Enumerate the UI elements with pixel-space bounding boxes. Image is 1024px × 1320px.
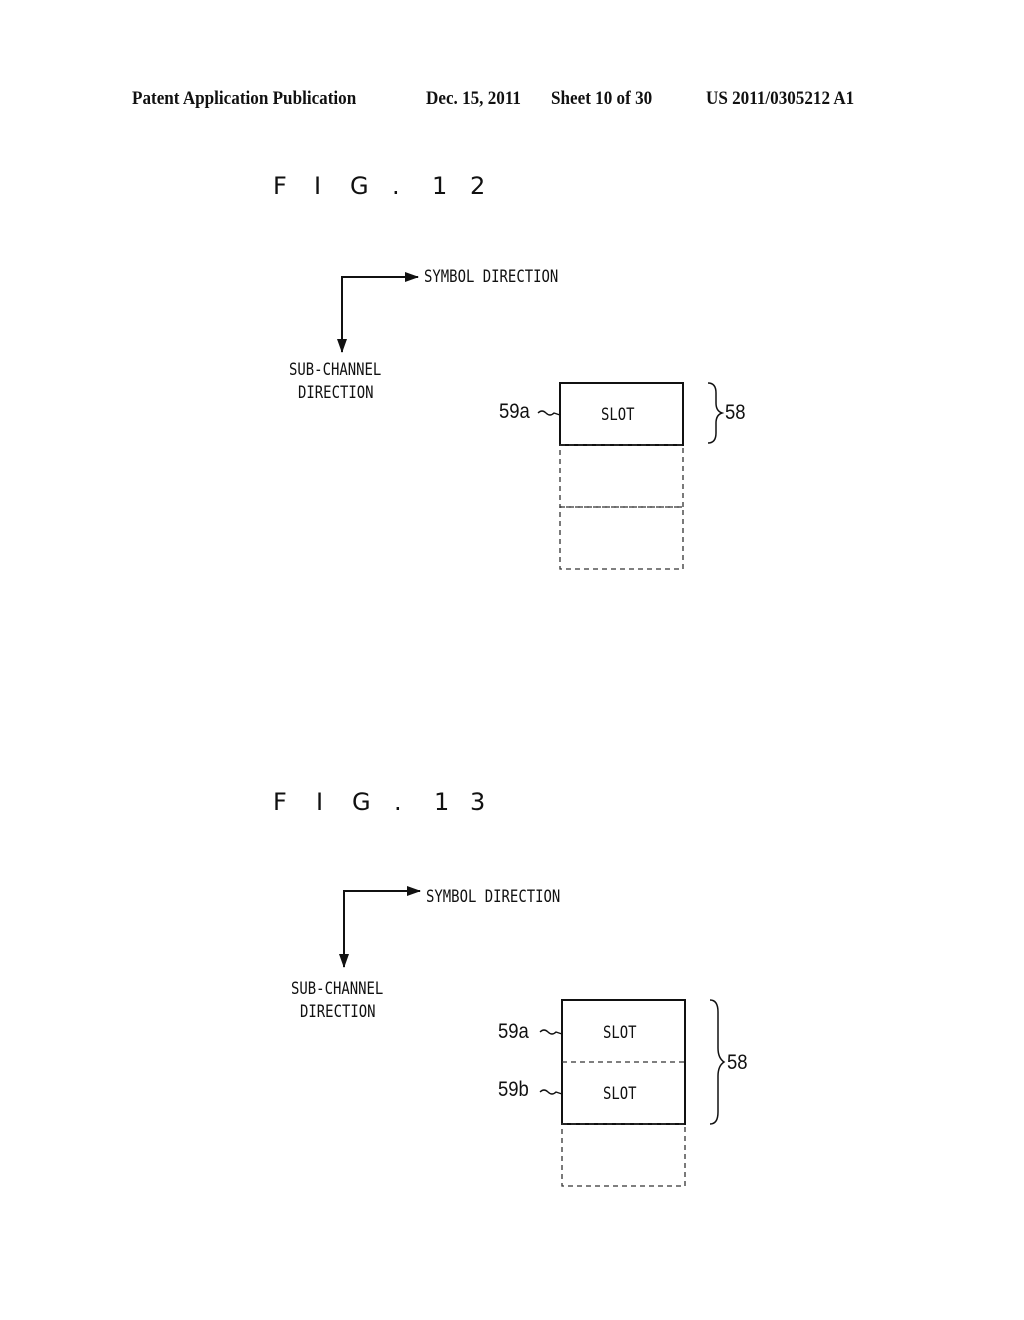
symbol-direction-label: SYMBOL DIRECTION	[426, 887, 561, 907]
slot-box-empty	[559, 506, 684, 570]
fig-title-char: I	[316, 788, 324, 816]
slot-box-empty	[561, 1123, 686, 1187]
fig12-axis-arrows	[337, 272, 419, 353]
sub-channel-label-line2: DIRECTION	[300, 1002, 376, 1022]
slot-box-empty	[559, 444, 684, 508]
fig-title-char: 1	[434, 788, 450, 816]
slot-ref-59a: 59a	[499, 400, 530, 423]
leader-line-59b	[539, 1089, 563, 1095]
slot-label: SLOT	[603, 1084, 637, 1104]
leader-line-59a	[537, 410, 561, 416]
fig-title-char: F	[273, 788, 287, 816]
group-ref-58: 58	[725, 401, 746, 424]
sub-channel-label-line1: SUB-CHANNEL	[289, 360, 382, 380]
sub-channel-label-line2: DIRECTION	[298, 383, 374, 403]
fig-title-char: 3	[470, 788, 486, 816]
fig-title-char: .	[394, 788, 402, 816]
figure-drawings	[337, 272, 726, 1187]
sub-channel-label-line1: SUB-CHANNEL	[291, 979, 384, 999]
group-ref-58: 58	[727, 1051, 748, 1074]
symbol-direction-label: SYMBOL DIRECTION	[424, 267, 559, 287]
slot-label: SLOT	[603, 1023, 637, 1043]
slot-ref-59b: 59b	[498, 1078, 529, 1101]
slot-label: SLOT	[601, 405, 635, 425]
fig13-axis-arrows	[339, 886, 421, 968]
brace-58	[709, 999, 726, 1125]
leader-line-59a	[539, 1029, 563, 1035]
slot-ref-59a: 59a	[498, 1020, 529, 1043]
brace-58	[707, 382, 725, 444]
fig-title-char: G	[352, 788, 371, 816]
